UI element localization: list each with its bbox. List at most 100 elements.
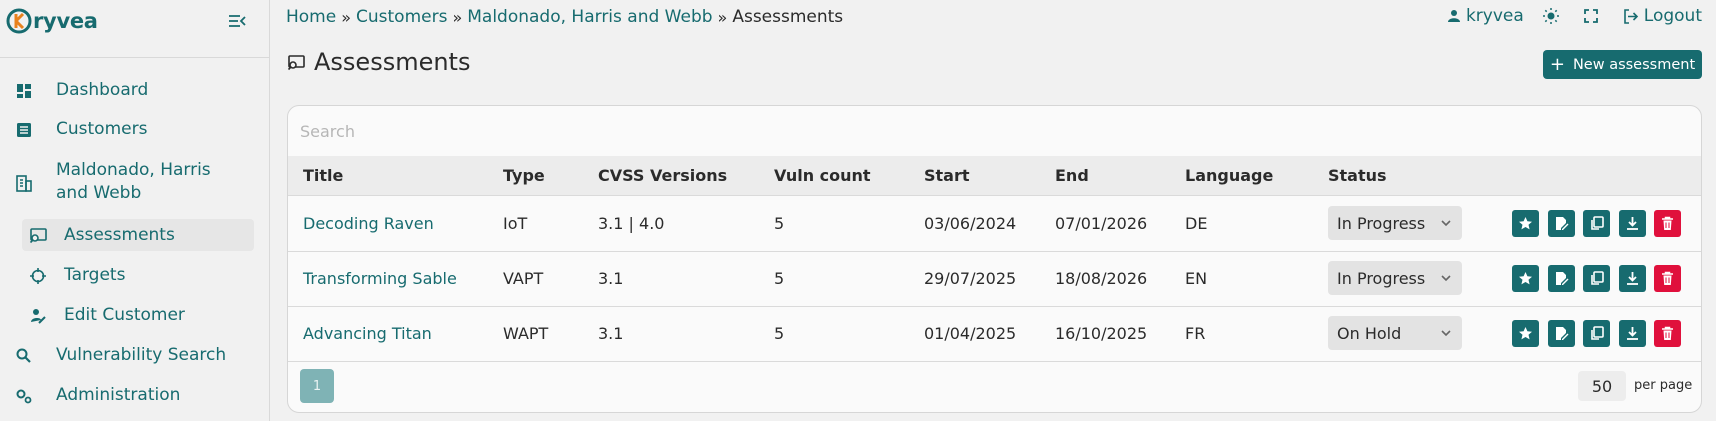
edit-button[interactable]: [1548, 210, 1575, 237]
type-cell: IoT: [503, 214, 528, 233]
star-icon: [1519, 272, 1532, 285]
language-cell: FR: [1185, 324, 1206, 343]
breadcrumb-home[interactable]: Home: [286, 7, 336, 27]
column-header[interactable]: Title: [303, 166, 343, 185]
star-button[interactable]: [1512, 210, 1539, 237]
cvss-cell: 3.1 | 4.0: [598, 214, 665, 233]
language-cell: DE: [1185, 214, 1208, 233]
top-toolbar: kryvea Logout: [1429, 6, 1702, 26]
app-logo[interactable]: ryvea: [6, 8, 98, 34]
column-header[interactable]: Type: [503, 166, 545, 185]
status-select[interactable]: In Progress: [1328, 206, 1462, 240]
column-header[interactable]: CVSS Versions: [598, 166, 727, 185]
delete-icon: [1662, 271, 1673, 285]
username: kryvea: [1465, 6, 1524, 26]
breadcrumb: Home » Customers » Maldonado, Harris and…: [286, 7, 843, 27]
page-title: Assessments: [286, 48, 470, 76]
theme-toggle[interactable]: [1542, 7, 1565, 25]
sidebar-item-administration[interactable]: Administration: [8, 384, 254, 407]
delete-button[interactable]: [1654, 265, 1681, 292]
sidebar-item-assessments[interactable]: Assessments: [22, 219, 254, 251]
collapse-sidebar-icon[interactable]: [226, 10, 248, 32]
column-header[interactable]: Language: [1185, 166, 1273, 185]
pagination-bar: 1 50 per page: [288, 361, 1701, 412]
assessment-icon: [287, 55, 305, 71]
clone-icon: [1591, 326, 1604, 340]
sidebar-item-customers[interactable]: Customers: [8, 118, 254, 141]
download-button[interactable]: [1619, 320, 1646, 347]
assessment-title-link[interactable]: Decoding Raven: [303, 214, 434, 233]
sidebar-item-label: Vulnerability Search: [56, 345, 227, 365]
table-row: Decoding Raven IoT 3.1 | 4.0 5 03/06/202…: [288, 197, 1701, 252]
breadcrumb-customers[interactable]: Customers: [356, 7, 447, 27]
sidebar-item-label: Administration: [56, 385, 181, 405]
status-select[interactable]: In Progress: [1328, 261, 1462, 295]
edit-button[interactable]: [1548, 265, 1575, 292]
user-menu[interactable]: kryvea: [1447, 6, 1524, 26]
sidebar-item-dashboard[interactable]: Dashboard: [8, 79, 254, 102]
end-cell: 18/08/2026: [1055, 269, 1148, 288]
type-cell: VAPT: [503, 269, 544, 288]
start-cell: 03/06/2024: [924, 214, 1017, 233]
chevron-down-icon: [1441, 220, 1451, 227]
new-assessment-button[interactable]: + New assessment: [1543, 50, 1702, 79]
vuln-count-cell: 5: [774, 214, 785, 233]
clone-button[interactable]: [1583, 210, 1610, 237]
building-icon: [16, 175, 32, 192]
column-header[interactable]: Vuln count: [774, 166, 871, 185]
clone-button[interactable]: [1583, 320, 1610, 347]
clone-button[interactable]: [1583, 265, 1610, 292]
cvss-cell: 3.1: [598, 324, 624, 343]
gears-icon: [16, 389, 32, 404]
status-value: On Hold: [1337, 323, 1402, 343]
language-cell: EN: [1185, 269, 1208, 288]
user-icon: [1447, 10, 1460, 22]
star-icon: [1519, 217, 1532, 230]
column-header[interactable]: Status: [1328, 166, 1387, 185]
sidebar-item-edit-customer[interactable]: Edit Customer: [22, 304, 254, 327]
logo-mark-icon: [6, 8, 32, 34]
sidebar-item-targets[interactable]: Targets: [22, 264, 254, 287]
end-cell: 16/10/2025: [1055, 324, 1148, 343]
page-button[interactable]: 1: [300, 369, 334, 403]
sidebar-item-label: Maldonado, Harris and Webb: [56, 160, 211, 203]
column-header[interactable]: End: [1055, 166, 1089, 185]
delete-button[interactable]: [1654, 320, 1681, 347]
logout-label: Logout: [1643, 6, 1702, 26]
assessment-title-link[interactable]: Transforming Sable: [303, 269, 457, 288]
sidebar-item-customer[interactable]: Maldonado, Harris and Webb: [8, 159, 254, 205]
per-page-label: per page: [1634, 378, 1693, 393]
status-select[interactable]: On Hold: [1328, 316, 1462, 350]
delete-button[interactable]: [1654, 210, 1681, 237]
breadcrumb-customer[interactable]: Maldonado, Harris and Webb: [467, 7, 712, 27]
column-header[interactable]: Start: [924, 166, 970, 185]
brand-header: ryvea: [0, 0, 270, 58]
download-icon: [1627, 217, 1638, 230]
table-row: Transforming Sable VAPT 3.1 5 29/07/2025…: [288, 252, 1701, 307]
delete-icon: [1662, 326, 1673, 340]
star-button[interactable]: [1512, 265, 1539, 292]
vuln-count-cell: 5: [774, 269, 785, 288]
fullscreen-button[interactable]: [1583, 8, 1604, 24]
status-value: In Progress: [1337, 268, 1426, 288]
download-icon: [1627, 272, 1638, 285]
dashboard-icon: [17, 84, 31, 98]
sidebar-item-label: Dashboard: [56, 80, 149, 100]
per-page-input[interactable]: 50: [1578, 371, 1626, 401]
table-row: Advancing Titan WAPT 3.1 5 01/04/2025 16…: [288, 307, 1701, 362]
edit-icon: [1556, 272, 1569, 285]
sidebar-item-label: Edit Customer: [64, 305, 185, 325]
logout-button[interactable]: Logout: [1622, 6, 1702, 26]
fullscreen-icon: [1583, 9, 1598, 23]
download-button[interactable]: [1619, 210, 1646, 237]
star-button[interactable]: [1512, 320, 1539, 347]
assessment-title-link[interactable]: Advancing Titan: [303, 324, 432, 343]
search-icon: [16, 348, 31, 363]
search-input[interactable]: [288, 106, 1701, 156]
sidebar-item-vulnerability-search[interactable]: Vulnerability Search: [8, 344, 254, 367]
edit-button[interactable]: [1548, 320, 1575, 347]
edit-icon: [1556, 217, 1569, 230]
cvss-cell: 3.1: [598, 269, 624, 288]
user-edit-icon: [31, 309, 46, 324]
download-button[interactable]: [1619, 265, 1646, 292]
